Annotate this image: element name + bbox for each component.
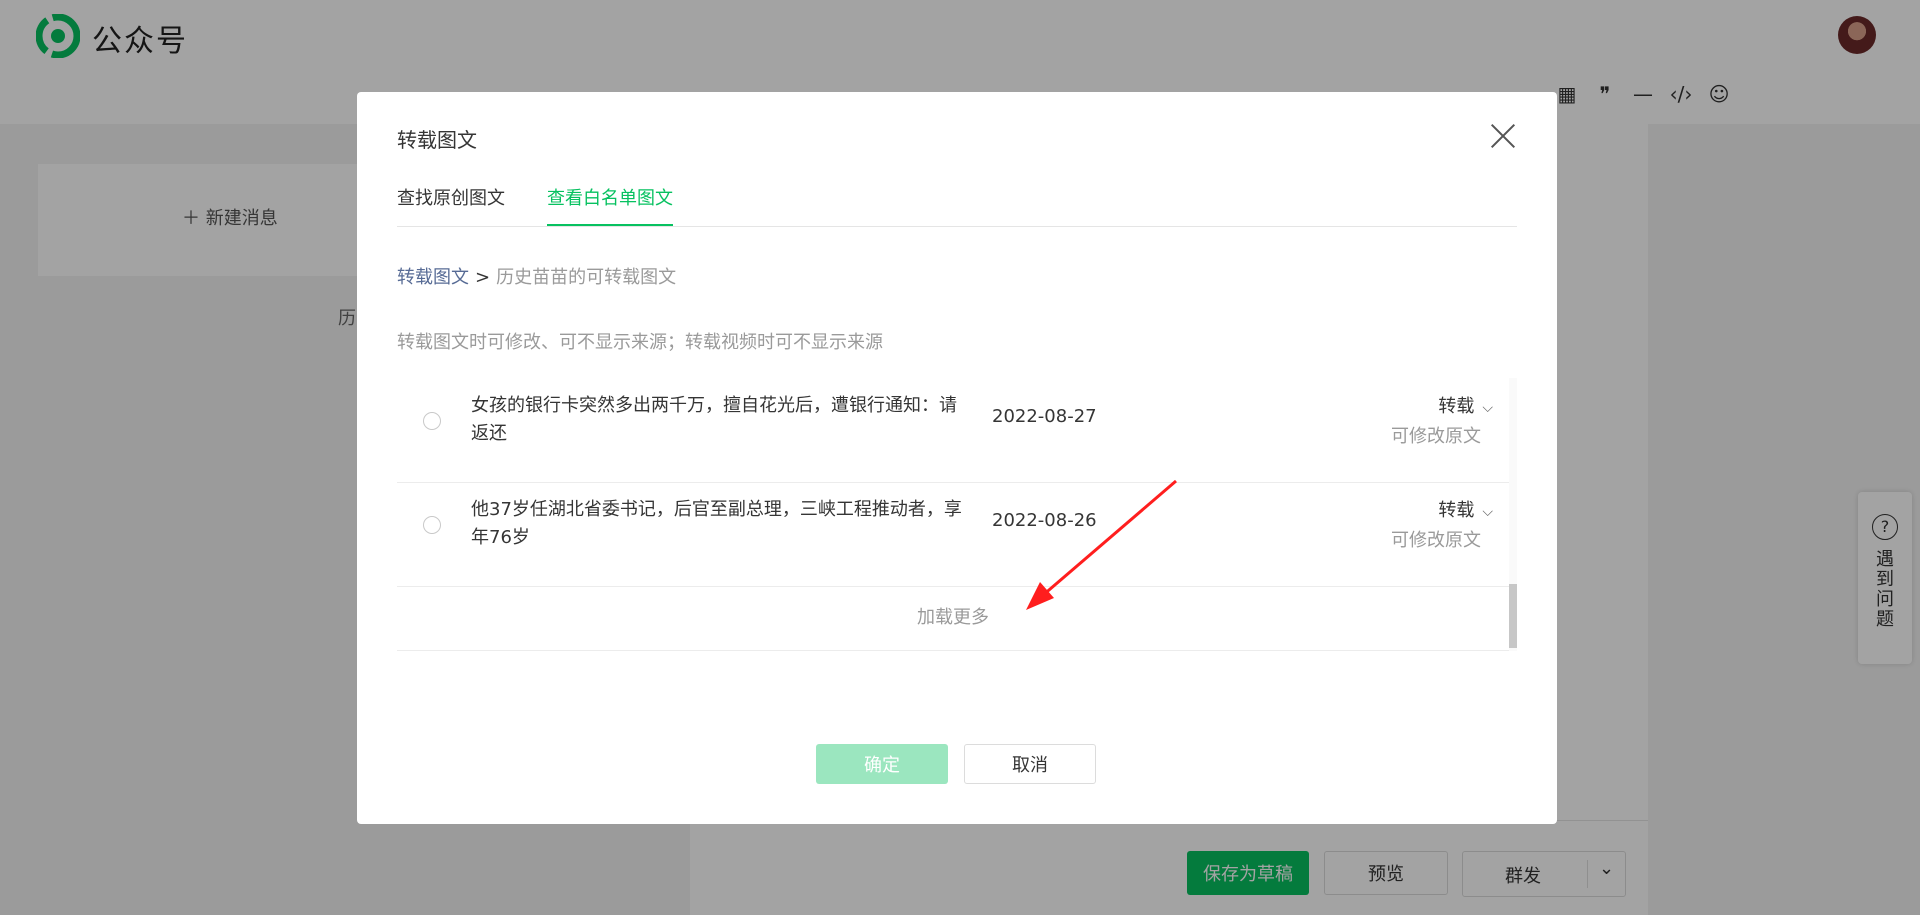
article-title: 他37岁任湖北省委书记，后官至副总理，三峡工程推动者，享年76岁: [471, 499, 962, 548]
list-item[interactable]: 他37岁任湖北省委书记，后官至副总理，三峡工程推动者，享年76岁 2022-08…: [397, 482, 1509, 587]
repost-mode-note: 可修改原文: [1391, 426, 1481, 447]
chevron-down-icon: ⌵: [1482, 504, 1493, 520]
repost-article-dialog: 转载图文 查找原创图文 查看白名单图文 转载图文 > 历史苗苗的可转载图文 转载图文…: [357, 92, 1557, 824]
dialog-tabs: 查找原创图文 查看白名单图文: [397, 184, 1517, 227]
breadcrumb-current: 历史苗苗的可转载图文: [496, 267, 677, 288]
cancel-button[interactable]: 取消: [964, 744, 1096, 784]
tab-whitelist[interactable]: 查看白名单图文: [547, 184, 673, 226]
repost-mode-note: 可修改原文: [1391, 530, 1481, 551]
tab-find-original[interactable]: 查找原创图文: [397, 184, 505, 224]
breadcrumb-separator: >: [475, 267, 491, 288]
repost-action-label: 转载: [1438, 500, 1475, 521]
article-radio[interactable]: [423, 412, 441, 430]
close-icon[interactable]: [1489, 122, 1517, 150]
repost-tip: 转载图文时可修改、可不显示来源；转载视频时可不显示来源: [397, 332, 883, 353]
breadcrumb-root-link[interactable]: 转载图文: [397, 267, 469, 288]
chevron-down-icon: ⌵: [1482, 400, 1493, 416]
load-more-button[interactable]: 加载更多: [397, 586, 1509, 651]
article-title: 女孩的银行卡突然多出两千万，擅自花光后，遭银行通知：请返还: [471, 395, 957, 444]
article-date: 2022-08-27: [992, 406, 1097, 427]
confirm-button[interactable]: 确定: [816, 744, 948, 784]
dialog-title: 转载图文: [397, 128, 477, 152]
repost-action-label: 转载: [1438, 396, 1475, 417]
article-radio[interactable]: [423, 516, 441, 534]
article-date: 2022-08-26: [992, 510, 1097, 531]
article-list: 女孩的银行卡突然多出两千万，擅自花光后，遭银行通知：请返还 2022-08-27…: [397, 378, 1517, 651]
scrollbar-thumb[interactable]: [1509, 584, 1517, 648]
repost-action-dropdown[interactable]: 转载 ⌵: [1438, 496, 1493, 522]
repost-action-dropdown[interactable]: 转载 ⌵: [1438, 392, 1493, 418]
list-item[interactable]: 女孩的银行卡突然多出两千万，擅自花光后，遭银行通知：请返还 2022-08-27…: [397, 378, 1509, 483]
breadcrumb: 转载图文 > 历史苗苗的可转载图文: [397, 263, 676, 289]
